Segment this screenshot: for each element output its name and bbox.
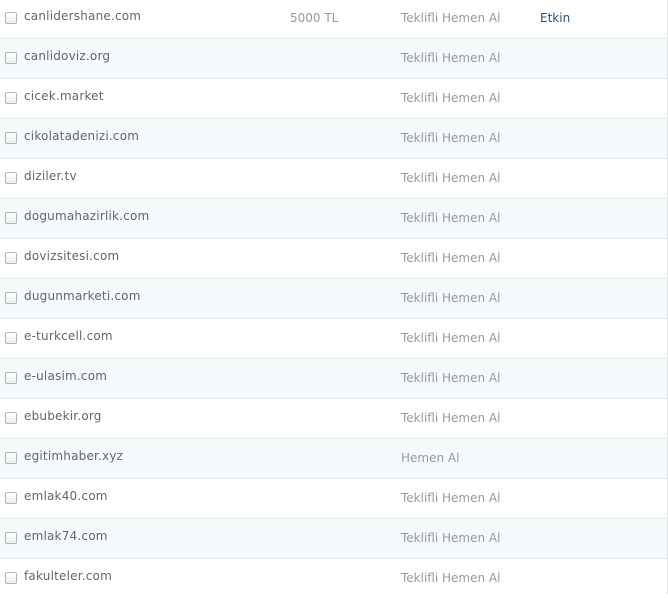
table-row: cicek.market Teklifli Hemen Al [0, 79, 667, 119]
sale-type: Hemen Al [401, 451, 460, 465]
table-row: emlak40.com Teklifli Hemen Al [0, 479, 667, 519]
row-checkbox[interactable] [5, 292, 17, 304]
sale-type: Teklifli Hemen Al [401, 371, 501, 385]
sale-type: Teklifli Hemen Al [401, 531, 501, 545]
table-row: e-turkcell.com Teklifli Hemen Al [0, 319, 667, 359]
domain-name[interactable]: canlidoviz.org [24, 49, 110, 63]
row-checkbox[interactable] [5, 252, 17, 264]
row-checkbox[interactable] [5, 332, 17, 344]
table-row: canlidoviz.org Teklifli Hemen Al [0, 39, 667, 79]
table-row: egitimhaber.xyz Hemen Al [0, 439, 667, 479]
sale-type: Teklifli Hemen Al [401, 411, 501, 425]
sale-type: Teklifli Hemen Al [401, 331, 501, 345]
domain-list-table: canlidershane.com 5000 TL Teklifli Hemen… [0, 0, 668, 598]
row-checkbox[interactable] [5, 92, 17, 104]
status-label: Etkin [540, 11, 571, 25]
domain-name[interactable]: canlidershane.com [24, 9, 141, 23]
sale-type: Teklifli Hemen Al [401, 571, 501, 585]
row-checkbox[interactable] [5, 172, 17, 184]
row-checkbox[interactable] [5, 412, 17, 424]
table-row: emlak74.com Teklifli Hemen Al [0, 519, 667, 559]
sale-type: Teklifli Hemen Al [401, 51, 501, 65]
domain-name[interactable]: dugunmarketi.com [24, 289, 141, 303]
table-row: dugunmarketi.com Teklifli Hemen Al [0, 279, 667, 319]
sale-type: Teklifli Hemen Al [401, 11, 501, 25]
table-row: ebubekir.org Teklifli Hemen Al [0, 399, 667, 439]
row-checkbox[interactable] [5, 372, 17, 384]
domain-name[interactable]: dovizsitesi.com [24, 249, 119, 263]
sale-type: Teklifli Hemen Al [401, 251, 501, 265]
sale-type: Teklifli Hemen Al [401, 131, 501, 145]
row-checkbox[interactable] [5, 12, 17, 24]
domain-name[interactable]: ebubekir.org [24, 409, 102, 423]
row-checkbox[interactable] [5, 492, 17, 504]
row-checkbox[interactable] [5, 132, 17, 144]
table-row: dogumahazirlik.com Teklifli Hemen Al [0, 199, 667, 239]
domain-name[interactable]: egitimhaber.xyz [24, 449, 123, 463]
domain-name[interactable]: emlak74.com [24, 529, 108, 543]
domain-name[interactable]: e-turkcell.com [24, 329, 113, 343]
domain-name[interactable]: fakulteler.com [24, 569, 112, 583]
domain-name[interactable]: emlak40.com [24, 489, 108, 503]
table-row: canlidershane.com 5000 TL Teklifli Hemen… [0, 0, 667, 39]
sale-type: Teklifli Hemen Al [401, 211, 501, 225]
table-row: dovizsitesi.com Teklifli Hemen Al [0, 239, 667, 279]
domain-price: 5000 TL [290, 11, 339, 25]
row-checkbox[interactable] [5, 572, 17, 584]
table-row: diziler.tv Teklifli Hemen Al [0, 159, 667, 199]
row-checkbox[interactable] [5, 452, 17, 464]
sale-type: Teklifli Hemen Al [401, 91, 501, 105]
domain-name[interactable]: dogumahazirlik.com [24, 209, 149, 223]
row-checkbox[interactable] [5, 52, 17, 64]
domain-name[interactable]: diziler.tv [24, 169, 77, 183]
domain-name[interactable]: cicek.market [24, 89, 104, 103]
row-checkbox[interactable] [5, 212, 17, 224]
domain-name[interactable]: e-ulasim.com [24, 369, 107, 383]
sale-type: Teklifli Hemen Al [401, 491, 501, 505]
table-row: fakulteler.com Teklifli Hemen Al [0, 559, 667, 598]
row-checkbox[interactable] [5, 532, 17, 544]
sale-type: Teklifli Hemen Al [401, 171, 501, 185]
table-row: e-ulasim.com Teklifli Hemen Al [0, 359, 667, 399]
sale-type: Teklifli Hemen Al [401, 291, 501, 305]
domain-name[interactable]: cikolatadenizi.com [24, 129, 139, 143]
table-row: cikolatadenizi.com Teklifli Hemen Al [0, 119, 667, 159]
